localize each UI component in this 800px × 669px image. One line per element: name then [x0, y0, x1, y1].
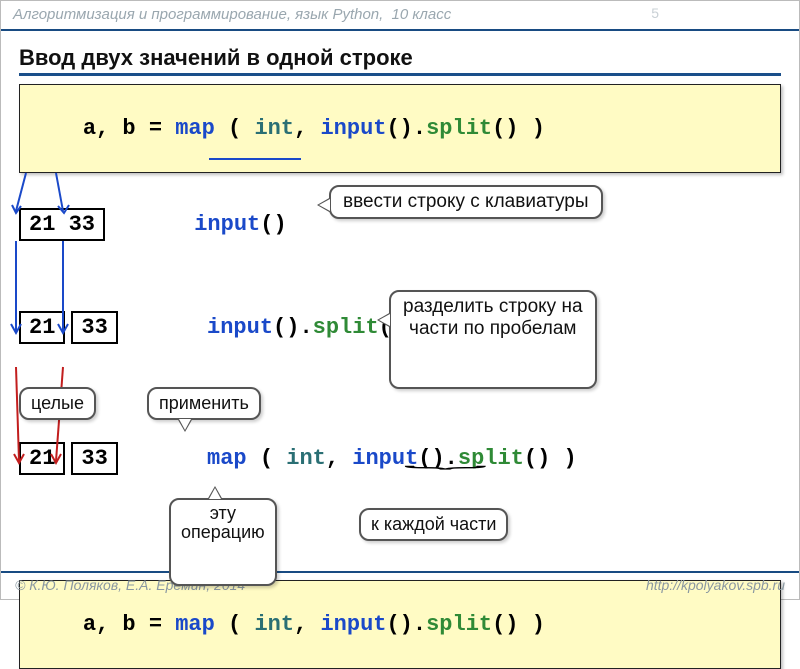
- slide-header: Алгоритмизация и программирование, язык …: [1, 1, 799, 27]
- step1-code: input(): [115, 187, 287, 262]
- course-name: Алгоритмизация и программирование, язык: [13, 6, 328, 23]
- callout-split: разделить строку на части по пробелам: [389, 290, 597, 389]
- note-operation: эту операцию: [169, 498, 277, 586]
- int-chip-2: 33: [71, 442, 117, 475]
- slide-title: Ввод двух значений в одной строке: [19, 39, 781, 73]
- code-box-main-repeat: a, b = map ( int, input().split() ): [19, 580, 781, 669]
- note-integers: целые: [19, 387, 96, 420]
- step3-code: map ( int, input().split() ): [128, 421, 577, 496]
- raw-input-chip: 21 33: [19, 208, 105, 241]
- step3-row: 21 33 map ( int, input().split() ) ⏟: [19, 421, 781, 496]
- site-link: http://kpolyakov.spb.ru: [646, 577, 785, 593]
- step1-row: 21 33 input() ввести строку с клавиатуры: [19, 187, 781, 262]
- note-each-part: к каждой части: [359, 508, 508, 541]
- note-apply: применить: [147, 387, 261, 420]
- split-chip-1: 21: [19, 311, 65, 344]
- callout-input: ввести строку с клавиатуры: [329, 185, 603, 219]
- code-box-main: a, b = map ( int, input().split() ): [19, 84, 781, 173]
- language-name: Python: [332, 6, 379, 23]
- grade-level: 10 класс: [391, 6, 451, 23]
- int-chip-1: 21: [19, 442, 65, 475]
- brace-icon: ⏟: [403, 450, 487, 470]
- step2-code: input().split(): [128, 290, 405, 365]
- step2-row: 21 33 input().split() разделить строку н…: [19, 290, 781, 365]
- split-chip-2: 33: [71, 311, 117, 344]
- page-number: 5: [651, 5, 659, 21]
- slide-footer: © К.Ю. Поляков, Е.А. Ерёмин, 2014 http:/…: [1, 571, 799, 593]
